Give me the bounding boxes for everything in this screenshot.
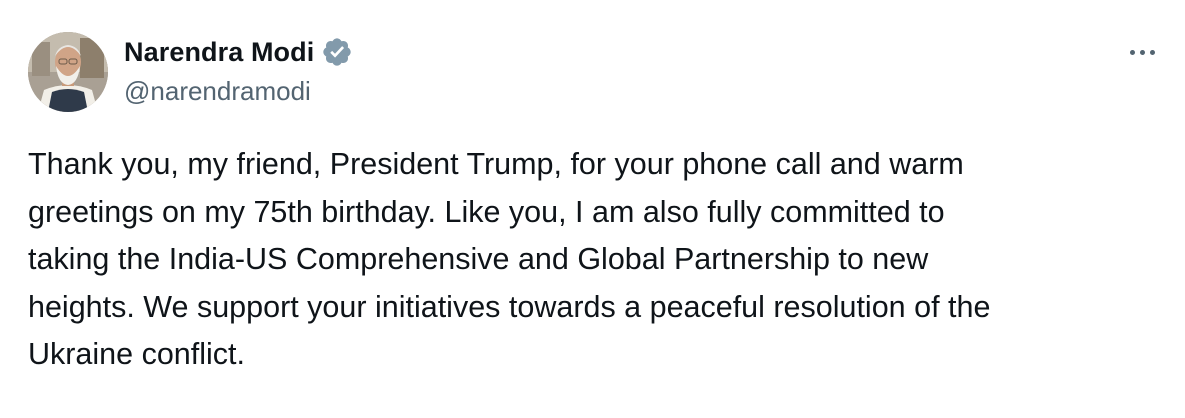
author-handle[interactable]: @narendramodi	[124, 76, 311, 107]
dot	[1129, 49, 1135, 55]
dot	[1149, 49, 1155, 55]
verified-badge-icon[interactable]	[321, 36, 353, 68]
author-name-row: Narendra Modi	[124, 34, 353, 70]
more-options-icon[interactable]	[1122, 40, 1162, 64]
avatar-image	[28, 32, 108, 112]
dot	[1139, 49, 1145, 55]
display-name[interactable]: Narendra Modi	[124, 37, 314, 68]
tweet-text: Thank you, my friend, President Trump, f…	[28, 147, 991, 371]
tweet-card: Narendra Modi @narendramodi Thank you, m…	[0, 0, 1185, 418]
avatar[interactable]	[28, 32, 108, 112]
